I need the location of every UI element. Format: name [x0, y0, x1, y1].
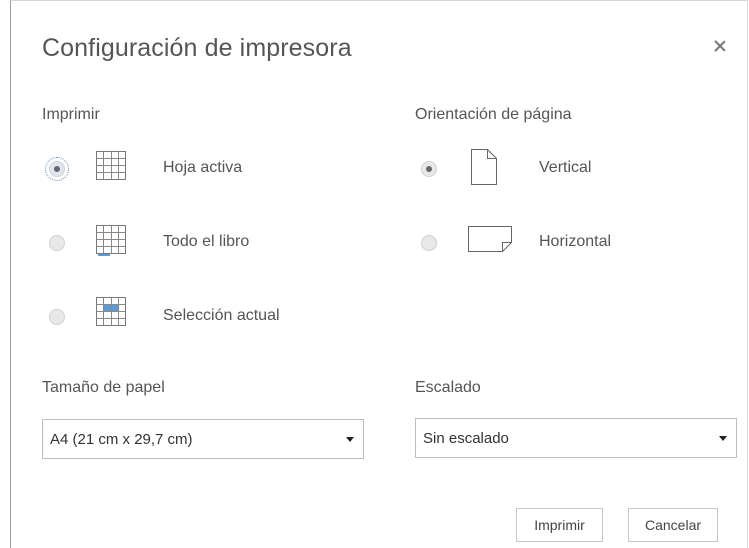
option-landscape[interactable]: Horizontal — [415, 225, 715, 265]
option-active-sheet[interactable]: Hoja activa — [42, 151, 342, 191]
option-label-whole-workbook: Todo el libro — [163, 233, 250, 250]
scaling-value: Sin escalado — [423, 430, 509, 447]
current-selection-grid-icon — [96, 297, 126, 326]
chevron-down-icon — [719, 436, 727, 441]
scaling-label: Escalado — [415, 379, 481, 396]
option-portrait[interactable]: Vertical — [415, 149, 715, 191]
scaling-select[interactable]: Sin escalado — [415, 418, 737, 458]
radio-portrait[interactable] — [421, 161, 437, 177]
chevron-down-icon — [346, 437, 354, 442]
print-button[interactable]: Imprimir — [516, 508, 603, 542]
orientation-section-label: Orientación de página — [415, 106, 572, 123]
radio-landscape[interactable] — [421, 235, 437, 251]
cancel-button[interactable]: Cancelar — [628, 508, 718, 542]
option-current-selection[interactable]: Selección actual — [42, 297, 342, 337]
paper-size-value: A4 (21 cm x 29,7 cm) — [50, 431, 193, 448]
paper-size-label: Tamaño de papel — [42, 379, 165, 396]
whole-workbook-grid-icon — [96, 225, 126, 256]
dialog-title: Configuración de impresora — [42, 34, 352, 62]
print-section-label: Imprimir — [42, 106, 100, 123]
option-whole-workbook[interactable]: Todo el libro — [42, 225, 342, 265]
print-settings-dialog: Configuración de impresora Imprimir Hoja… — [10, 0, 748, 548]
radio-whole-workbook[interactable] — [49, 235, 65, 251]
option-label-active-sheet: Hoja activa — [163, 159, 243, 176]
radio-active-sheet[interactable] — [45, 157, 69, 181]
active-sheet-grid-icon — [96, 151, 126, 180]
paper-size-select[interactable]: A4 (21 cm x 29,7 cm) — [42, 419, 364, 459]
radio-current-selection[interactable] — [49, 309, 65, 325]
landscape-page-icon — [468, 226, 512, 252]
option-label-current-selection: Selección actual — [163, 307, 280, 324]
close-icon[interactable] — [713, 39, 727, 53]
option-label-portrait: Vertical — [539, 159, 592, 176]
portrait-page-icon — [471, 149, 497, 185]
option-label-landscape: Horizontal — [539, 233, 612, 250]
